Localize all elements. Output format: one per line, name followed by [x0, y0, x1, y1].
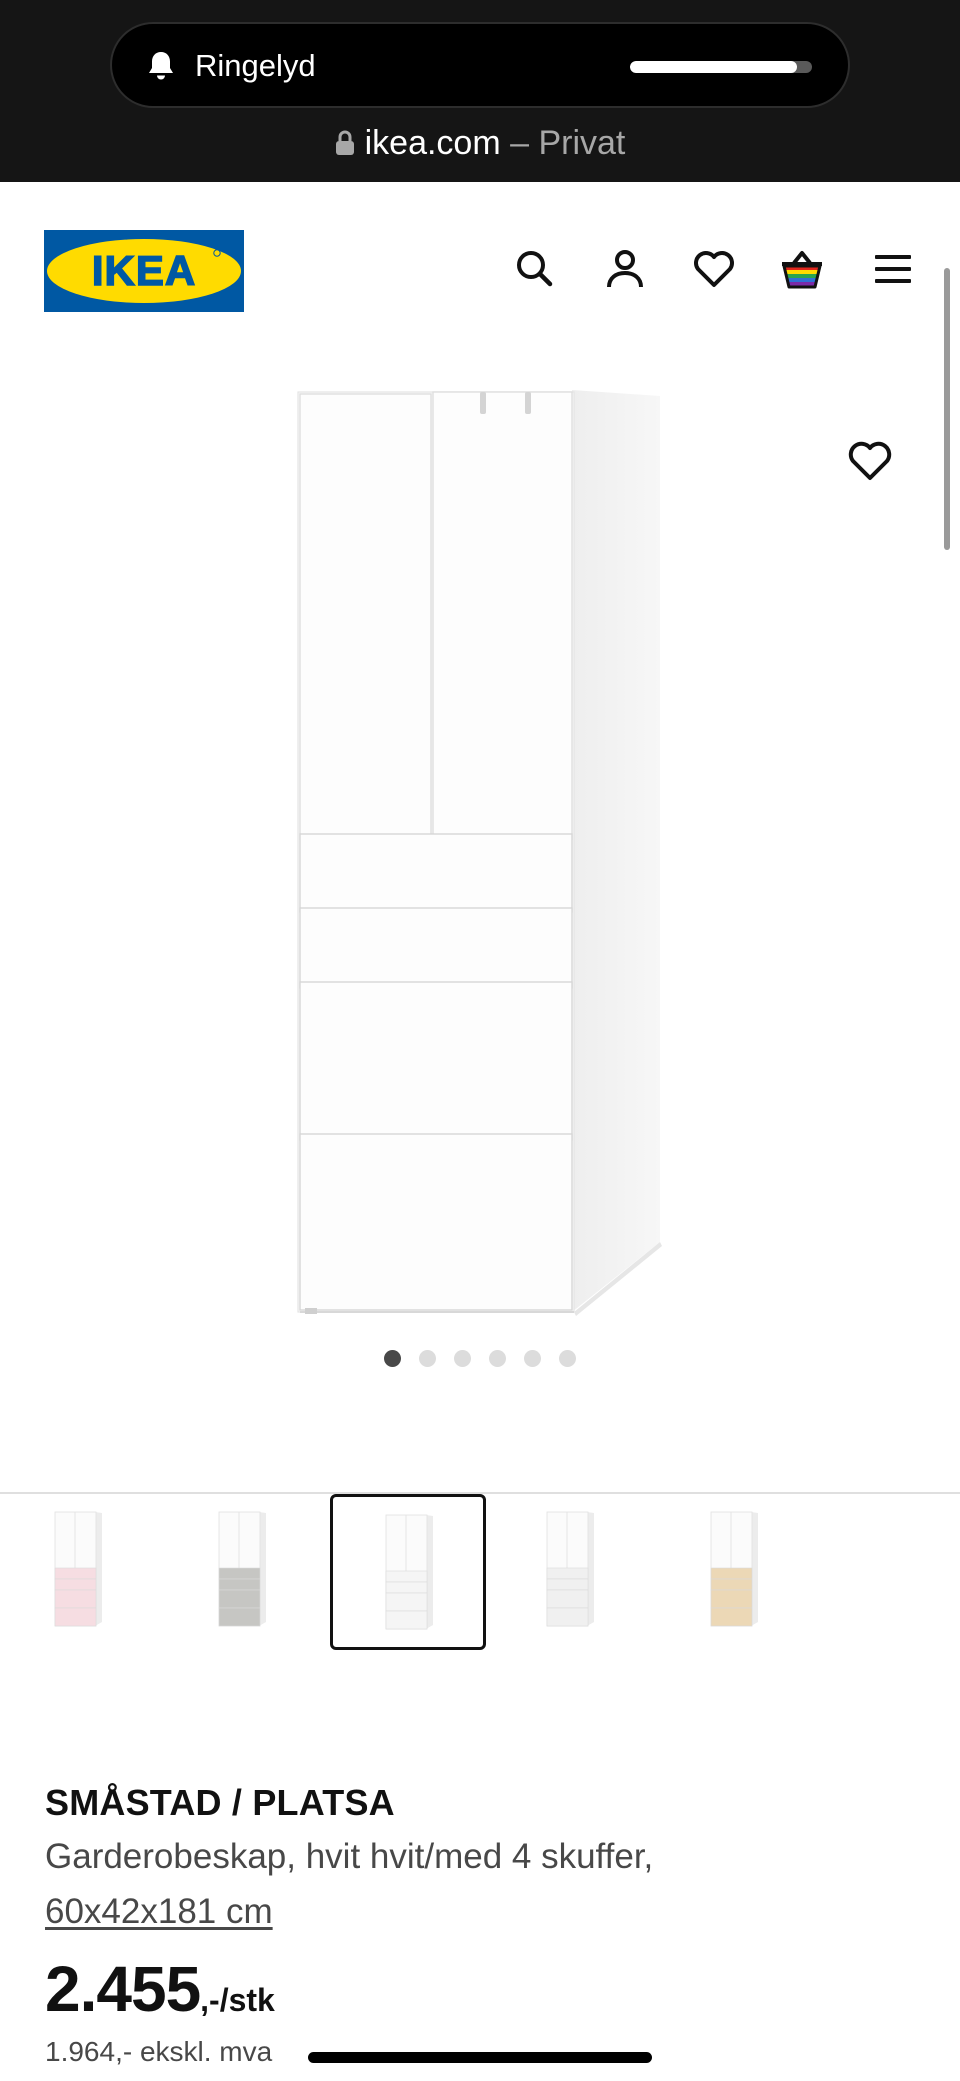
ringer-notification: Ringelyd	[110, 22, 850, 108]
ringer-volume-fill	[630, 61, 798, 73]
site-header: IKEA	[0, 182, 960, 362]
add-to-favourites-icon[interactable]	[846, 438, 894, 484]
product-image-gallery[interactable]	[0, 362, 960, 1492]
home-indicator	[308, 2052, 652, 2063]
lock-icon	[335, 130, 354, 155]
ringer-volume-bar	[630, 61, 812, 73]
variant-selector	[0, 1494, 960, 1654]
product-image	[297, 390, 662, 1316]
product-description: Garderobeskap, hvit hvit/med 4 skuffer,	[45, 1837, 654, 1876]
product-dimensions-link[interactable]: 60x42x181 cm	[45, 1891, 273, 1933]
gallery-dot[interactable]	[559, 1350, 576, 1367]
gallery-dot[interactable]	[384, 1350, 401, 1367]
svg-text:IKEA: IKEA	[92, 247, 196, 294]
variant-thumbnail[interactable]	[330, 1494, 486, 1650]
price-suffix: ,-/stk	[200, 1982, 275, 2018]
variant-thumbnail[interactable]	[2, 1494, 158, 1650]
ringer-label: Ringelyd	[195, 48, 316, 83]
product-price: 2.455,-/stk	[45, 1952, 275, 2026]
page: Ringelyd ikea.com – Privat IKEA SMÅSTAD …	[0, 0, 960, 2081]
address-bar[interactable]: ikea.com – Privat	[0, 120, 960, 166]
browser-chrome: Ringelyd ikea.com – Privat	[0, 0, 960, 182]
price-integer: 2.455	[45, 1953, 201, 2025]
address-domain: ikea.com	[364, 124, 501, 162]
gallery-dot[interactable]	[419, 1350, 436, 1367]
gallery-dot[interactable]	[454, 1350, 471, 1367]
variant-thumbnail[interactable]	[494, 1494, 650, 1650]
favourites-icon[interactable]	[691, 246, 737, 292]
variant-thumbnail[interactable]	[166, 1494, 322, 1650]
gallery-pagination	[0, 1350, 960, 1367]
variant-thumbnail[interactable]	[658, 1494, 814, 1650]
shopping-bag-icon[interactable]	[779, 246, 825, 292]
gallery-dot[interactable]	[524, 1350, 541, 1367]
account-icon[interactable]	[602, 246, 648, 292]
private-mode-label: – Privat	[500, 124, 626, 162]
gallery-dot[interactable]	[489, 1350, 506, 1367]
product-name: SMÅSTAD / PLATSA	[45, 1782, 395, 1823]
price-excluding-vat: 1.964,- ekskl. mva	[45, 2036, 273, 2067]
menu-icon[interactable]	[870, 246, 916, 292]
search-icon[interactable]	[512, 246, 558, 292]
bell-icon	[149, 52, 173, 80]
ikea-logo[interactable]: IKEA	[44, 230, 244, 312]
